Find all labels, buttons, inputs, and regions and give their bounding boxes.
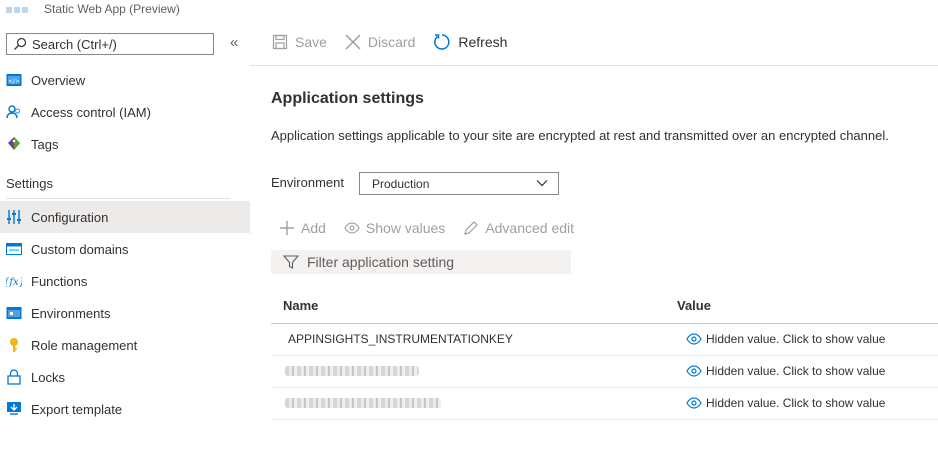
sliders-icon bbox=[6, 209, 22, 225]
advanced-edit-label: Advanced edit bbox=[485, 220, 575, 236]
settings-section-heading: Settings bbox=[6, 176, 53, 191]
sidebar-item-label: Overview bbox=[31, 72, 86, 88]
sidebar-item-export-template[interactable]: Export template bbox=[0, 393, 250, 425]
hidden-value-text: Hidden value. Click to show value bbox=[706, 396, 886, 410]
save-button[interactable]: Save bbox=[272, 34, 327, 50]
redacted-setting-name bbox=[285, 366, 419, 376]
sidebar-item-label: Role management bbox=[31, 337, 138, 353]
overview-icon: </> bbox=[6, 72, 22, 88]
key-icon bbox=[6, 337, 22, 353]
collapse-sidebar-button[interactable]: « bbox=[230, 34, 238, 51]
filter-icon bbox=[283, 255, 299, 269]
column-header-name[interactable]: Name bbox=[283, 298, 318, 313]
domain-icon bbox=[6, 241, 22, 257]
people-icon bbox=[6, 104, 22, 120]
section-divider bbox=[6, 198, 230, 199]
function-icon: {fx} bbox=[6, 273, 22, 289]
eye-icon bbox=[686, 333, 702, 345]
sidebar-item-environments[interactable]: Environments bbox=[0, 297, 250, 329]
pencil-icon bbox=[464, 221, 479, 235]
plus-icon bbox=[280, 221, 294, 235]
eye-icon bbox=[686, 397, 702, 409]
save-label: Save bbox=[295, 34, 327, 50]
sidebar-item-access-control[interactable]: Access control (IAM) bbox=[0, 96, 250, 128]
hidden-value-link[interactable]: Hidden value. Click to show value bbox=[686, 396, 885, 410]
refresh-label: Refresh bbox=[458, 34, 508, 50]
sidebar-item-locks[interactable]: Locks bbox=[0, 361, 250, 393]
sidebar-item-label: Configuration bbox=[31, 209, 109, 225]
sidebar-item-label: Export template bbox=[31, 401, 123, 417]
setting-name: APPINSIGHTS_INSTRUMENTATIONKEY bbox=[288, 332, 513, 346]
eye-icon bbox=[344, 222, 360, 234]
table-row[interactable]: Hidden value. Click to show value bbox=[271, 356, 938, 388]
command-bar: Save Discard Refresh bbox=[272, 33, 525, 51]
search-placeholder: Search (Ctrl+/) bbox=[32, 36, 117, 52]
app-logo bbox=[6, 0, 32, 13]
sidebar-item-role-management[interactable]: Role management bbox=[0, 329, 250, 361]
sidebar-item-custom-domains[interactable]: Custom domains bbox=[0, 233, 250, 265]
filter-settings-input[interactable]: Filter application setting bbox=[271, 250, 571, 274]
advanced-edit-button[interactable]: Advanced edit bbox=[463, 220, 574, 236]
environment-selected-value: Production bbox=[372, 176, 430, 191]
lock-icon bbox=[6, 369, 22, 385]
refresh-icon bbox=[434, 34, 450, 50]
sidebar-item-label: Custom domains bbox=[31, 241, 129, 257]
eye-icon bbox=[686, 365, 702, 377]
hidden-value-text: Hidden value. Click to show value bbox=[706, 364, 886, 378]
table-row[interactable]: Hidden value. Click to show value bbox=[271, 388, 938, 420]
sidebar-item-overview[interactable]: </> Overview bbox=[0, 64, 250, 96]
add-label: Add bbox=[301, 220, 326, 236]
export-icon bbox=[6, 401, 22, 417]
resource-type-subtitle: Static Web App (Preview) bbox=[44, 2, 180, 16]
sidebar-item-label: Functions bbox=[31, 273, 88, 289]
sidebar-item-label: Environments bbox=[31, 305, 111, 321]
filter-placeholder: Filter application setting bbox=[307, 254, 455, 270]
close-icon bbox=[345, 34, 361, 50]
svg-text:</>: </> bbox=[9, 78, 20, 85]
show-values-label: Show values bbox=[365, 220, 446, 236]
hidden-value-text: Hidden value. Click to show value bbox=[706, 332, 886, 346]
tag-icon bbox=[6, 136, 22, 152]
hidden-value-link[interactable]: Hidden value. Click to show value bbox=[686, 364, 885, 378]
sidebar-item-functions[interactable]: {fx} Functions bbox=[0, 265, 250, 297]
sidebar-item-configuration[interactable]: Configuration bbox=[0, 201, 250, 233]
settings-actions-bar: Add Show values Advanced edit bbox=[279, 220, 592, 236]
sidebar-item-label: Locks bbox=[31, 369, 65, 385]
chevron-down-icon bbox=[536, 180, 548, 187]
toolbar-divider bbox=[250, 65, 938, 66]
table-row[interactable]: APPINSIGHTS_INSTRUMENTATIONKEY Hidden va… bbox=[271, 324, 938, 356]
show-values-button[interactable]: Show values bbox=[344, 220, 445, 236]
discard-label: Discard bbox=[367, 34, 416, 50]
page-title: Application settings bbox=[271, 90, 424, 107]
sidebar-item-label: Access control (IAM) bbox=[31, 104, 151, 120]
redacted-setting-name bbox=[285, 398, 441, 408]
hidden-value-link[interactable]: Hidden value. Click to show value bbox=[686, 332, 885, 346]
environment-label: Environment bbox=[271, 175, 344, 190]
sidebar-item-label: Tags bbox=[31, 136, 59, 152]
sidebar-item-tags[interactable]: Tags bbox=[0, 128, 250, 160]
save-icon bbox=[272, 34, 288, 50]
refresh-button[interactable]: Refresh bbox=[433, 33, 507, 51]
svg-text:{fx}: {fx} bbox=[6, 277, 22, 288]
add-setting-button[interactable]: Add bbox=[279, 220, 326, 236]
page-description: Application settings applicable to your … bbox=[271, 128, 889, 143]
environment-dropdown[interactable]: Production bbox=[359, 172, 559, 195]
sidebar-search-input[interactable]: Search (Ctrl+/) bbox=[6, 33, 214, 55]
column-header-value[interactable]: Value bbox=[677, 298, 711, 313]
environments-icon bbox=[6, 305, 22, 321]
search-icon bbox=[14, 37, 27, 50]
discard-button[interactable]: Discard bbox=[345, 34, 415, 50]
